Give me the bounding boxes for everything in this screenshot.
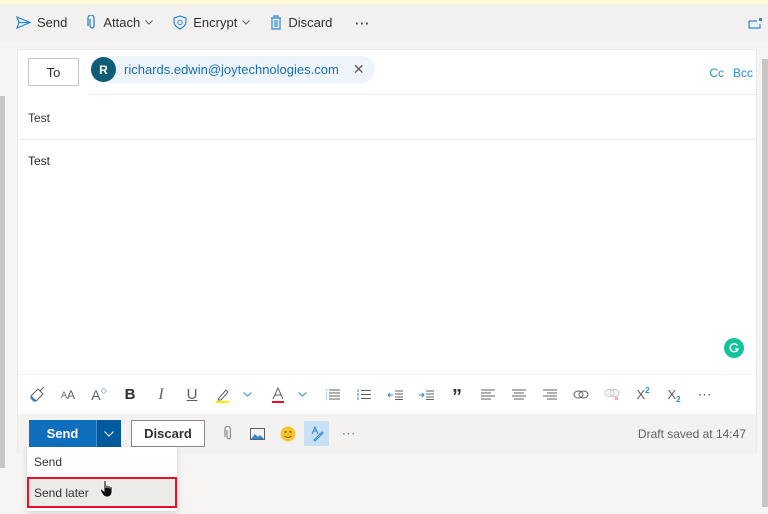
subscript-icon[interactable]: X2	[663, 382, 685, 408]
to-row: To R richards.edwin@joytechnologies.com …	[18, 50, 756, 95]
recipient-chip[interactable]: R richards.edwin@joytechnologies.com ✕	[90, 56, 375, 83]
scrollbar-thumb[interactable]	[762, 59, 768, 507]
font-size-icon[interactable]: AA	[57, 382, 79, 408]
avatar: R	[91, 57, 116, 82]
more-formatting-button[interactable]: ⋯	[694, 382, 716, 408]
attach-command-label: Attach	[103, 15, 141, 30]
shield-lock-icon	[173, 15, 187, 30]
editor-icon[interactable]	[304, 421, 329, 446]
send-command[interactable]: Send	[16, 15, 67, 30]
align-right-icon[interactable]	[539, 382, 561, 408]
remove-recipient-icon[interactable]: ✕	[353, 61, 365, 78]
send-command-label: Send	[37, 15, 68, 30]
right-scrollbar[interactable]	[760, 41, 768, 514]
more-options-button[interactable]: ⋯	[354, 14, 370, 32]
discard-button[interactable]: Discard	[131, 420, 205, 447]
send-icon	[16, 16, 31, 29]
increase-indent-icon[interactable]	[415, 382, 437, 408]
chevron-down-icon	[104, 430, 114, 437]
highlight-dropdown-icon[interactable]	[236, 382, 258, 408]
scrollbar-thumb[interactable]	[0, 96, 5, 468]
numbering-icon[interactable]	[353, 382, 375, 408]
recipient-email: richards.edwin@joytechnologies.com	[124, 62, 339, 77]
format-painter-icon[interactable]	[26, 382, 48, 408]
underline-button[interactable]: U	[181, 382, 203, 408]
italic-button[interactable]: I	[150, 382, 172, 408]
encrypt-command-label: Encrypt	[193, 15, 238, 30]
send-button[interactable]: Send	[29, 420, 96, 447]
grammarly-icon[interactable]	[724, 338, 744, 358]
to-button[interactable]: To	[28, 58, 79, 86]
discard-command[interactable]: Discard	[270, 15, 332, 30]
hand-cursor-icon	[100, 480, 113, 498]
font-color-icon[interactable]	[267, 382, 289, 408]
left-pane-scrollbar[interactable]	[0, 41, 10, 514]
emoji-icon[interactable]	[275, 421, 300, 446]
message-body[interactable]: Test	[28, 154, 50, 168]
command-bar: Send Attach Encrypt Discard ⋯	[0, 4, 768, 41]
send-split-button: Send	[29, 420, 121, 447]
format-toolbar: AA A ◇ B I U ” X2 X2 ⋯	[18, 374, 756, 414]
decrease-indent-icon[interactable]	[384, 382, 406, 408]
align-left-icon[interactable]	[477, 382, 499, 408]
subject-field[interactable]: Test	[18, 95, 756, 140]
align-center-icon[interactable]	[508, 382, 530, 408]
highlight-icon[interactable]	[212, 382, 234, 408]
menu-item-send[interactable]: Send	[27, 447, 177, 477]
bullets-icon[interactable]	[322, 382, 344, 408]
superscript-icon[interactable]: X2	[632, 382, 654, 408]
send-options-menu: Send Send later	[27, 447, 177, 511]
bold-button[interactable]: B	[119, 382, 141, 408]
font-color-dropdown-icon[interactable]	[291, 382, 313, 408]
insert-link-icon[interactable]	[570, 382, 592, 408]
chevron-down-icon	[242, 20, 251, 25]
more-actions-button[interactable]: ⋯	[336, 421, 361, 446]
draft-status: Draft saved at 14:47	[637, 427, 746, 441]
attach-file-icon[interactable]	[216, 421, 241, 446]
compose-pane: To R richards.edwin@joytechnologies.com …	[17, 49, 757, 453]
insert-picture-icon[interactable]	[245, 421, 270, 446]
chevron-down-icon	[145, 20, 154, 25]
remove-link-icon[interactable]	[601, 382, 623, 408]
paperclip-icon	[87, 15, 96, 29]
encrypt-command[interactable]: Encrypt	[173, 15, 251, 30]
pop-out-icon[interactable]	[748, 18, 762, 29]
trash-icon	[271, 15, 282, 30]
send-options-dropdown[interactable]	[96, 420, 121, 447]
cc-link[interactable]: Cc	[709, 66, 724, 80]
bcc-link[interactable]: Bcc	[733, 66, 753, 80]
grow-font-icon[interactable]: A ◇	[88, 382, 110, 408]
attach-command[interactable]: Attach	[87, 15, 154, 30]
discard-command-label: Discard	[288, 15, 333, 30]
quote-button[interactable]: ”	[446, 382, 468, 408]
